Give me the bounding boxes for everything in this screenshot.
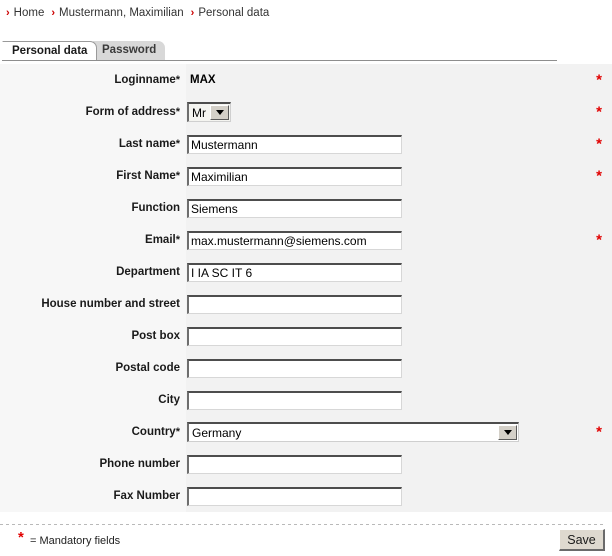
form-row: Post box <box>0 320 612 352</box>
form-row: Email* * <box>0 224 612 256</box>
form-row: House number and street <box>0 288 612 320</box>
breadcrumb-separator-icon: › <box>51 7 56 19</box>
field-label-text: Last name <box>118 138 176 150</box>
field-label: Function <box>0 192 186 224</box>
field-control-cell <box>186 480 612 512</box>
field-label: Department <box>0 256 186 288</box>
field-label: Fax Number <box>0 480 186 512</box>
field-label-text: Post box <box>131 330 180 342</box>
field-control-cell <box>186 352 612 384</box>
field-label: First Name * <box>0 160 186 192</box>
field-label: Post box <box>0 320 186 352</box>
field-label: Email * <box>0 224 186 256</box>
form-row: Loginname * MAX * <box>0 64 612 96</box>
required-field-asterisk: * <box>596 135 602 153</box>
field-label: Phone number <box>0 448 186 480</box>
mandatory-star-icon: * <box>18 529 24 546</box>
chevron-down-icon[interactable] <box>498 425 517 440</box>
field-label: City <box>0 384 186 416</box>
form-row: Phone number <box>0 448 612 480</box>
chevron-down-icon[interactable] <box>210 105 229 120</box>
field-label-text: Country <box>131 426 176 438</box>
text-input[interactable] <box>187 358 402 378</box>
field-label-text: City <box>158 394 180 406</box>
tab-personal-data[interactable]: Personal data <box>2 41 98 60</box>
field-label: Last name * <box>0 128 186 160</box>
field-label-text: Postal code <box>115 362 180 374</box>
field-control-cell: * <box>186 224 612 256</box>
form-row: First Name* * <box>0 160 612 192</box>
static-field-value: MAX <box>190 74 216 86</box>
field-control-cell: * <box>186 160 612 192</box>
field-label: House number and street <box>0 288 186 320</box>
form-row: Form of address * Mr * <box>0 96 612 128</box>
required-field-asterisk: * <box>596 231 602 249</box>
form-row: City <box>0 384 612 416</box>
field-label: Postal code <box>0 352 186 384</box>
dropdown-select[interactable]: Germany <box>187 422 519 442</box>
dropdown-selected-value: Mr <box>192 105 206 120</box>
form-footer: * = Mandatory fields Save <box>0 524 612 556</box>
field-label-text: Email <box>145 234 176 246</box>
tab-bar: Personal data Password <box>0 41 612 61</box>
text-input[interactable] <box>187 326 402 346</box>
field-label-text: House number and street <box>41 298 180 310</box>
breadcrumb-item-user[interactable]: Mustermann, Maximilian <box>59 7 184 19</box>
form-row: Fax Number <box>0 480 612 512</box>
dropdown-selected-value: Germany <box>192 425 242 440</box>
field-control-cell: Germany * <box>186 416 612 448</box>
arrow-down-glyph <box>503 430 512 435</box>
field-control-cell: * <box>186 128 612 160</box>
form-row: Function <box>0 192 612 224</box>
form-row: Department <box>0 256 612 288</box>
field-label-text: First Name <box>116 170 176 182</box>
field-label-text: Department <box>116 266 180 278</box>
required-field-asterisk: * <box>596 423 602 441</box>
field-label: Loginname * <box>0 64 186 96</box>
field-control-cell <box>186 320 612 352</box>
dropdown-select[interactable]: Mr <box>187 102 231 122</box>
required-field-asterisk: * <box>596 167 602 185</box>
text-input[interactable] <box>187 198 402 218</box>
field-control-cell <box>186 192 612 224</box>
form-row: Country * Germany * <box>0 416 612 448</box>
field-control-cell <box>186 256 612 288</box>
footer-divider <box>0 524 605 525</box>
field-control-cell <box>186 448 612 480</box>
field-control-cell <box>186 384 612 416</box>
tab-password[interactable]: Password <box>93 41 166 60</box>
arrow-down-glyph <box>215 110 224 115</box>
required-field-asterisk: * <box>596 71 602 89</box>
field-control-cell: Mr * <box>186 96 612 128</box>
text-input[interactable] <box>187 230 402 250</box>
text-input[interactable] <box>187 454 402 474</box>
field-label-text: Loginname <box>114 74 176 86</box>
breadcrumb: › Home › Mustermann, Maximilian › Person… <box>6 0 276 26</box>
text-input[interactable] <box>187 390 402 410</box>
mandatory-fields-note: = Mandatory fields <box>30 535 121 547</box>
text-input[interactable] <box>187 486 402 506</box>
field-control-cell: MAX * <box>186 64 612 96</box>
field-label-text: Function <box>131 202 180 214</box>
form-row: Postal code <box>0 352 612 384</box>
breadcrumb-separator-icon: › <box>190 7 195 19</box>
field-label-text: Form of address <box>85 106 176 118</box>
field-label: Form of address * <box>0 96 186 128</box>
form-row: Last name* * <box>0 128 612 160</box>
text-input[interactable] <box>187 166 402 186</box>
breadcrumb-item-personal-data[interactable]: Personal data <box>198 7 269 19</box>
field-label: Country * <box>0 416 186 448</box>
breadcrumb-separator-icon: › <box>6 7 10 19</box>
field-control-cell <box>186 288 612 320</box>
save-button[interactable]: Save <box>559 529 605 551</box>
field-label-text: Phone number <box>99 458 180 470</box>
text-input[interactable] <box>187 294 402 314</box>
required-field-asterisk: * <box>596 103 602 121</box>
personal-data-form: Loginname * MAX * Form of address * Mr * Last na… <box>0 64 612 512</box>
text-input[interactable] <box>187 134 402 154</box>
field-label-text: Fax Number <box>113 490 180 502</box>
text-input[interactable] <box>187 262 402 282</box>
breadcrumb-item-home[interactable]: Home <box>14 7 45 19</box>
